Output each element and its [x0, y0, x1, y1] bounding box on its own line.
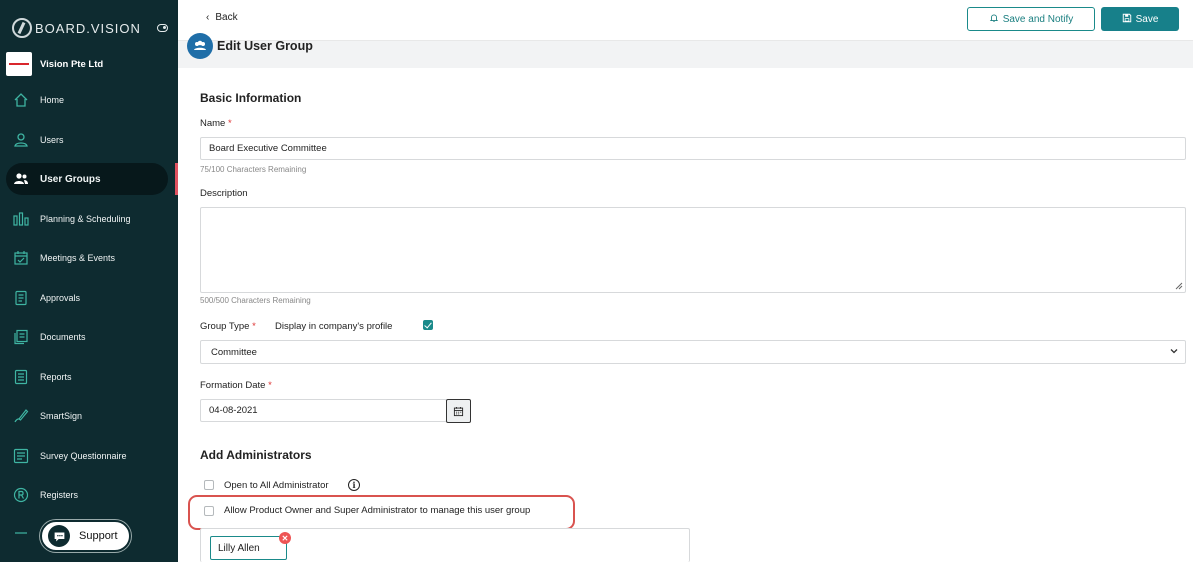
- selected-admin-name: Lilly Allen: [218, 542, 260, 554]
- sidebar-item-home[interactable]: Home: [6, 84, 168, 116]
- sidebar-item-reports[interactable]: Reports: [6, 361, 168, 393]
- info-icon[interactable]: i: [348, 479, 360, 491]
- top-toolbar: ‹ Back Save and Notify Save: [178, 0, 1193, 41]
- group-type-label: Group Type *: [200, 321, 256, 332]
- sidebar-item-user-groups[interactable]: User Groups: [6, 163, 168, 195]
- floppy-disk-icon: [1122, 13, 1132, 26]
- page-header: Edit User Group: [178, 33, 1193, 68]
- bell-icon: [989, 13, 999, 26]
- basic-information-title: Basic Information: [200, 91, 302, 105]
- sidebar-item-approvals[interactable]: Approvals: [6, 282, 168, 314]
- brand-name: BOARD.VISION: [35, 20, 141, 36]
- name-label: Name *: [200, 118, 232, 129]
- chevron-left-icon: ‹: [206, 12, 210, 23]
- users-group-icon: [13, 171, 29, 187]
- page-title: Edit User Group: [217, 39, 313, 53]
- description-label: Description: [200, 188, 248, 199]
- survey-list-icon: [13, 448, 29, 464]
- display-in-profile-label: Display in company's profile: [275, 321, 393, 332]
- calendar-check-icon: [13, 250, 29, 266]
- documents-icon: [13, 329, 29, 345]
- support-label: Support: [79, 530, 118, 542]
- company-switcher[interactable]: Vision Pte Ltd: [6, 52, 103, 76]
- sidebar-item-label: Users: [40, 135, 64, 145]
- sidebar-item-survey[interactable]: Survey Questionnaire: [6, 440, 168, 472]
- required-marker: *: [227, 118, 232, 129]
- company-name: Vision Pte Ltd: [40, 58, 104, 70]
- reports-icon: [13, 369, 29, 385]
- save-and-notify-label: Save and Notify: [1002, 13, 1074, 25]
- sidebar-item-label: Meetings & Events: [40, 253, 116, 263]
- sidebar-item-documents[interactable]: Documents: [6, 321, 168, 353]
- sidebar-item-label: User Groups: [40, 173, 101, 185]
- formation-date-input[interactable]: 04-08-2021: [200, 399, 447, 422]
- administrators-multiselect[interactable]: Lilly Allen ✕: [200, 528, 690, 562]
- sidebar-toggle-icon[interactable]: [157, 24, 168, 32]
- group-type-value: Committee: [211, 346, 257, 358]
- resize-grip-icon[interactable]: [1175, 282, 1183, 290]
- open-to-all-admin-label: Open to All Administrator: [224, 480, 329, 491]
- formation-date-label: Formation Date *: [200, 380, 272, 391]
- name-label-text: Name: [200, 118, 226, 129]
- sidebar-item-users[interactable]: Users: [6, 124, 168, 156]
- edit-user-group-form: Basic Information Name * Board Executive…: [178, 68, 1193, 562]
- display-in-profile-checkbox[interactable]: [423, 320, 433, 330]
- approvals-doc-icon: [13, 290, 29, 306]
- sidebar-item-label: Approvals: [40, 293, 81, 303]
- sidebar-item-smartsign[interactable]: SmartSign: [6, 400, 168, 432]
- user-group-avatar-icon: [187, 33, 213, 59]
- chat-bubble-icon: [48, 525, 70, 547]
- planning-bars-icon: [13, 211, 29, 227]
- group-type-select[interactable]: Committee: [200, 340, 1186, 364]
- sidebar-item-meetings[interactable]: Meetings & Events: [6, 242, 168, 274]
- sidebar: BOARD.VISION Vision Pte Ltd Home Users U…: [0, 0, 178, 562]
- description-textarea[interactable]: [200, 207, 1186, 293]
- save-and-notify-button[interactable]: Save and Notify: [967, 7, 1095, 31]
- company-logo: [6, 52, 32, 76]
- save-label: Save: [1135, 13, 1159, 25]
- partial-nav-icon: [13, 527, 29, 543]
- required-marker: *: [252, 321, 256, 332]
- user-icon: [13, 132, 29, 148]
- sidebar-item-planning[interactable]: Planning & Scheduling: [6, 203, 168, 235]
- sidebar-item-label: Registers: [40, 490, 79, 500]
- chevron-down-icon: [1170, 349, 1178, 354]
- back-label: Back: [215, 12, 238, 23]
- home-icon: [13, 92, 29, 108]
- selected-admin-chip[interactable]: Lilly Allen: [210, 536, 287, 560]
- sidebar-item-label: SmartSign: [40, 411, 83, 421]
- add-administrators-title: Add Administrators: [200, 448, 312, 462]
- allow-owner-super-admin-checkbox[interactable]: [204, 506, 214, 516]
- sidebar-item-label: Home: [40, 95, 65, 105]
- allow-owner-super-admin-label: Allow Product Owner and Super Administra…: [224, 505, 531, 516]
- sidebar-item-label: Reports: [40, 372, 72, 382]
- remove-admin-icon[interactable]: ✕: [279, 532, 291, 544]
- sidebar-item-label: Survey Questionnaire: [40, 451, 127, 461]
- required-marker: *: [268, 380, 272, 391]
- date-picker-button[interactable]: [446, 399, 471, 423]
- description-characters-remaining: 500/500 Characters Remaining: [200, 296, 311, 305]
- calendar-icon: [453, 406, 464, 416]
- name-field[interactable]: Board Executive Committee: [200, 137, 1186, 160]
- board-vision-logo-icon: [12, 18, 32, 38]
- open-to-all-admin-checkbox[interactable]: [204, 480, 214, 490]
- formation-date-label-text: Formation Date: [200, 380, 266, 391]
- support-button[interactable]: Support: [40, 520, 131, 552]
- sidebar-item-label: Documents: [40, 332, 86, 342]
- back-link[interactable]: ‹ Back: [206, 12, 238, 23]
- group-type-label-text: Group Type: [200, 321, 250, 332]
- brand[interactable]: BOARD.VISION: [12, 17, 141, 39]
- sidebar-item-registers[interactable]: Registers: [6, 479, 168, 511]
- registered-r-icon: [13, 487, 29, 503]
- save-button[interactable]: Save: [1101, 7, 1179, 31]
- sidebar-item-label: Planning & Scheduling: [40, 214, 131, 224]
- signature-pen-icon: [13, 408, 29, 424]
- name-characters-remaining: 75/100 Characters Remaining: [200, 165, 307, 174]
